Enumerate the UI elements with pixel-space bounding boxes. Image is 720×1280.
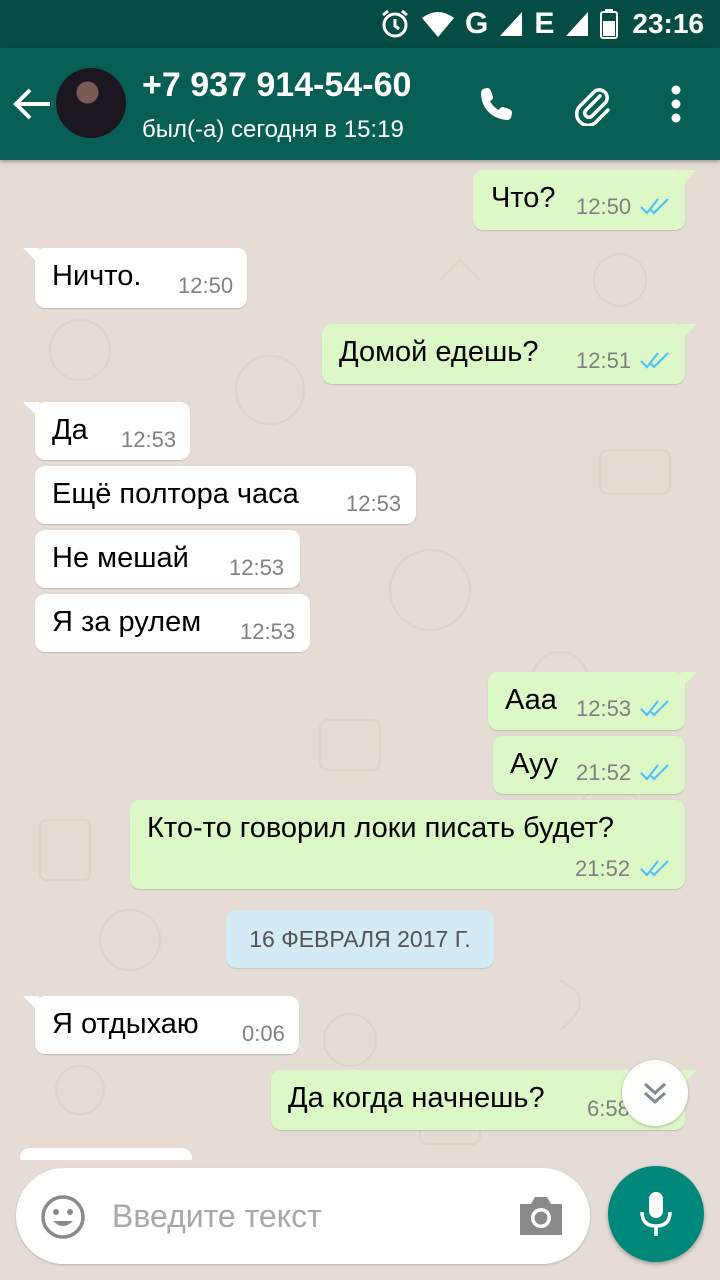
message-time: 21:52 (576, 760, 632, 785)
message-outgoing[interactable]: Ааа 12:53 (488, 672, 697, 730)
signal-icon (498, 6, 524, 42)
mic-icon (640, 1192, 672, 1236)
message-outgoing[interactable]: Ауу 21:52 (493, 736, 685, 794)
signal-icon (564, 6, 590, 42)
message-text: Да когда начнешь? (288, 1082, 545, 1114)
scroll-down-icon[interactable] (622, 1060, 688, 1126)
message-text: Ещё полтора часа (52, 478, 299, 510)
message-incoming[interactable]: Да 12:53 (23, 402, 190, 460)
avatar[interactable] (56, 68, 126, 138)
read-receipt-icon (640, 764, 669, 781)
camera-icon[interactable] (516, 1194, 566, 1238)
message-outgoing[interactable]: Что? 12:50 (473, 170, 697, 230)
last-seen-status: был(-а) сегодня в 15:19 (142, 116, 404, 143)
message-incoming[interactable]: Ещё полтора часа 12:53 (35, 466, 416, 524)
message-text: Не мешай (52, 542, 189, 574)
paperclip-icon[interactable] (568, 80, 616, 128)
message-text: Что? (491, 182, 556, 214)
back-arrow-icon[interactable] (10, 84, 54, 124)
emoji-icon[interactable] (40, 1194, 86, 1240)
message-text: Домой едешь? (339, 336, 539, 368)
message-text: Ааа (505, 684, 557, 716)
battery-icon (600, 6, 619, 42)
message-incoming[interactable]: Я за рулем 12:53 (35, 594, 310, 652)
message-text: Ауу (510, 748, 559, 780)
message-time: 12:50 (178, 273, 234, 298)
message-text: Кто-то говорил локи писать будет? (147, 812, 615, 844)
mic-button[interactable] (608, 1166, 704, 1262)
message-time: 12:53 (240, 619, 296, 644)
network-type-g: G (465, 7, 489, 40)
message-incoming[interactable]: Я отдыхаю 0:06 (23, 996, 299, 1054)
message-text: Я за рулем (52, 606, 202, 638)
message-time: 12:53 (576, 696, 632, 721)
message-time: 21:52 (575, 856, 631, 881)
phone-icon[interactable] (472, 80, 520, 128)
clock: 23:16 (632, 8, 704, 39)
message-incoming[interactable]: Не мешай 12:53 (35, 530, 300, 588)
message-text: Да (52, 414, 88, 446)
read-receipt-icon (640, 352, 669, 369)
message-time: 12:53 (346, 491, 402, 516)
message-time: 12:50 (576, 194, 632, 219)
message-text: Я отдыхаю (52, 1008, 199, 1040)
message-outgoing[interactable]: Домой едешь? 12:51 (322, 324, 697, 384)
chat-header: +7 937 914-54-60 был(-а) сегодня в 15:19 (0, 48, 720, 160)
message-text: Ничто. (52, 260, 142, 292)
message-time: 0:06 (242, 1021, 285, 1046)
more-vert-icon[interactable] (652, 80, 700, 128)
contact-name[interactable]: +7 937 914-54-60 (142, 66, 411, 105)
message-time: 12:53 (121, 427, 177, 452)
read-receipt-icon (640, 198, 669, 215)
network-type-e: E (534, 7, 555, 40)
message-outgoing[interactable]: Кто-то говорил локи писать будет? 21:52 (130, 800, 685, 889)
message-time: 12:53 (229, 555, 285, 580)
message-incoming[interactable] (20, 1148, 192, 1160)
message-time: 12:51 (576, 348, 632, 373)
wifi-icon (421, 6, 455, 42)
message-input[interactable] (112, 1196, 492, 1236)
read-receipt-icon (640, 860, 669, 877)
message-incoming[interactable]: Ничто. 12:50 (23, 248, 247, 308)
status-bar: G E 23:16 (0, 0, 720, 48)
read-receipt-icon (640, 700, 669, 717)
message-list[interactable]: Что? 12:50 Ничто. 12:50 Домой едешь? 12:… (0, 160, 720, 1160)
message-composer (16, 1168, 590, 1264)
alarm-icon (379, 6, 411, 42)
date-divider: 16 ФЕВРАЛЯ 2017 Г. (226, 910, 494, 968)
